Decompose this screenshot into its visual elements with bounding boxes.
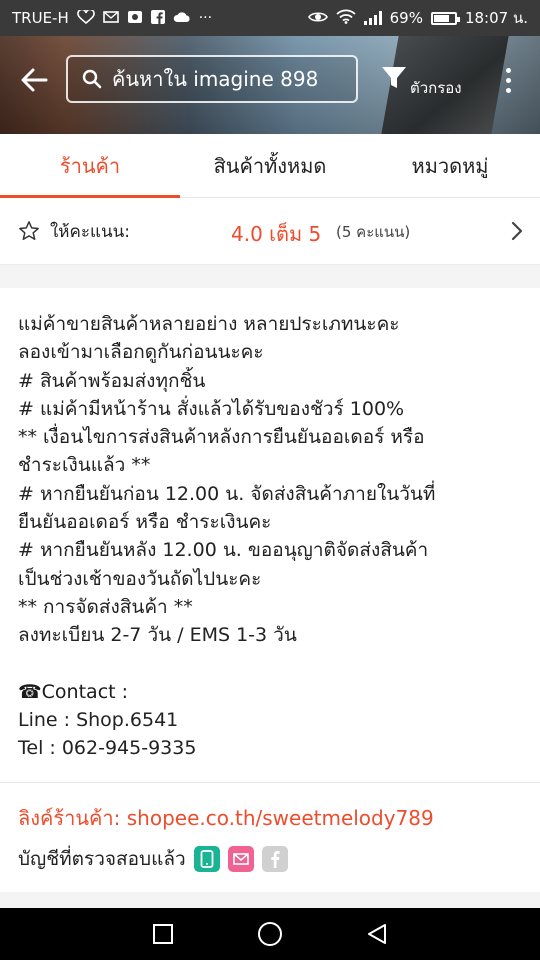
battery-percent: 69% <box>389 9 423 27</box>
facebook-notif-icon <box>150 9 165 27</box>
shop-link[interactable]: ลิงค์ร้านค้า: shopee.co.th/sweetmelody78… <box>18 802 434 834</box>
contact-line: Line : Shop.6541 <box>18 709 179 732</box>
status-bar: TRUE-H ··· 69% 18:07 น. <box>0 0 540 36</box>
description-line: ** การจัดส่งสินค้า ** <box>18 595 193 618</box>
email-icon <box>227 846 254 872</box>
cloud-icon <box>173 11 191 26</box>
facebook-icon <box>261 846 288 872</box>
rating-score: 4.0 เต็ม 5 <box>231 222 322 246</box>
more-notifications-icon: ··· <box>198 10 213 26</box>
verified-label: บัญชีที่ตรวจสอบแล้ว <box>18 848 186 870</box>
carrier-label: TRUE-H <box>12 9 69 27</box>
mail-icon <box>102 10 119 26</box>
camera-icon <box>127 10 143 27</box>
system-nav-bar <box>0 908 540 960</box>
rating-count: (5 คะแนน) <box>336 223 411 241</box>
square-icon <box>153 924 174 944</box>
shop-description: แม่ค้าขายสินค้าหลายอย่าง หลายประเภทนะคะ … <box>0 288 540 782</box>
triangle-back-icon <box>367 924 386 944</box>
back-arrow-icon <box>21 68 48 92</box>
phone-icon <box>193 846 220 872</box>
filter-icon <box>382 67 406 88</box>
rating-row[interactable]: ให้คะแนน: 4.0 เต็ม 5 (5 คะแนน) <box>0 198 540 264</box>
home-button[interactable] <box>250 914 290 954</box>
contact-phone: Tel : 062-945-9335 <box>18 737 197 760</box>
description-line: # สินค้าพร้อมส่งทุกชิ้น <box>18 369 206 392</box>
verified-accounts: บัญชีที่ตรวจสอบแล้ว <box>18 844 288 874</box>
wifi-icon <box>336 9 356 27</box>
tab-all-products[interactable]: สินค้าทั้งหมด <box>180 134 360 197</box>
description-line: ชำระเงินแล้ว ** <box>18 454 151 477</box>
star-icon <box>19 221 39 240</box>
clock: 18:07 น. <box>464 9 528 27</box>
divider <box>0 782 540 783</box>
section-divider <box>0 264 540 288</box>
search-placeholder: ค้นหาใน imagine 898 <box>112 67 319 91</box>
battery-icon <box>430 11 460 25</box>
description-line: # หากยืนยันหลัง 12.00 น. ขออนุญาติจัดส่ง… <box>18 539 429 562</box>
more-options-button[interactable] <box>496 62 520 98</box>
contact-heading: ☎Contact : <box>18 680 129 703</box>
description-line: ลงทะเบียน 2-7 วัน / EMS 1-3 วัน <box>18 624 297 647</box>
description-line: ยืนยันออเดอร์ หรือ ชำระเงินคะ <box>18 511 272 534</box>
filter-label: ตัวกรอง <box>410 79 462 97</box>
rating-label: ให้คะแนน: <box>50 221 130 242</box>
eye-icon <box>307 10 328 27</box>
filter-button[interactable]: ตัวกรอง <box>378 62 474 106</box>
tab-shop[interactable]: ร้านค้า <box>0 134 180 198</box>
bottom-spacer <box>0 892 540 908</box>
chevron-right-icon <box>511 221 523 241</box>
health-icon <box>76 8 95 27</box>
description-line: แม่ค้าขายสินค้าหลายอย่าง หลายประเภทนะคะ <box>18 313 400 335</box>
tab-categories[interactable]: หมวดหมู่ <box>360 134 540 197</box>
description-line <box>18 650 522 678</box>
description-line: ลองเข้ามาเลือกดูกันก่อนนะคะ <box>18 341 264 364</box>
signal-icon <box>363 11 382 25</box>
description-line: เป็นช่วงเช้าของวันถัดไปนะคะ <box>18 567 262 590</box>
back-button[interactable] <box>18 64 50 96</box>
description-line: # หากยืนยันก่อน 12.00 น. จัดส่งสินค้าภาย… <box>18 482 436 505</box>
tab-bar: ร้านค้า สินค้าทั้งหมด หมวดหมู่ <box>0 134 540 198</box>
circle-icon <box>257 922 282 946</box>
system-back-button[interactable] <box>357 914 397 954</box>
description-line: ** เงื่อนไขการส่งสินค้าหลังการยืนยันออเด… <box>18 426 425 449</box>
search-input[interactable]: ค้นหาใน imagine 898 <box>66 55 358 103</box>
search-icon <box>82 69 102 89</box>
description-line: # แม่ค้ามีหน้าร้าน สั่งแล้วได้รับของชัวร… <box>18 397 405 420</box>
recent-apps-button[interactable] <box>143 914 183 954</box>
shop-header: ค้นหาใน imagine 898 ตัวกรอง <box>0 36 540 134</box>
